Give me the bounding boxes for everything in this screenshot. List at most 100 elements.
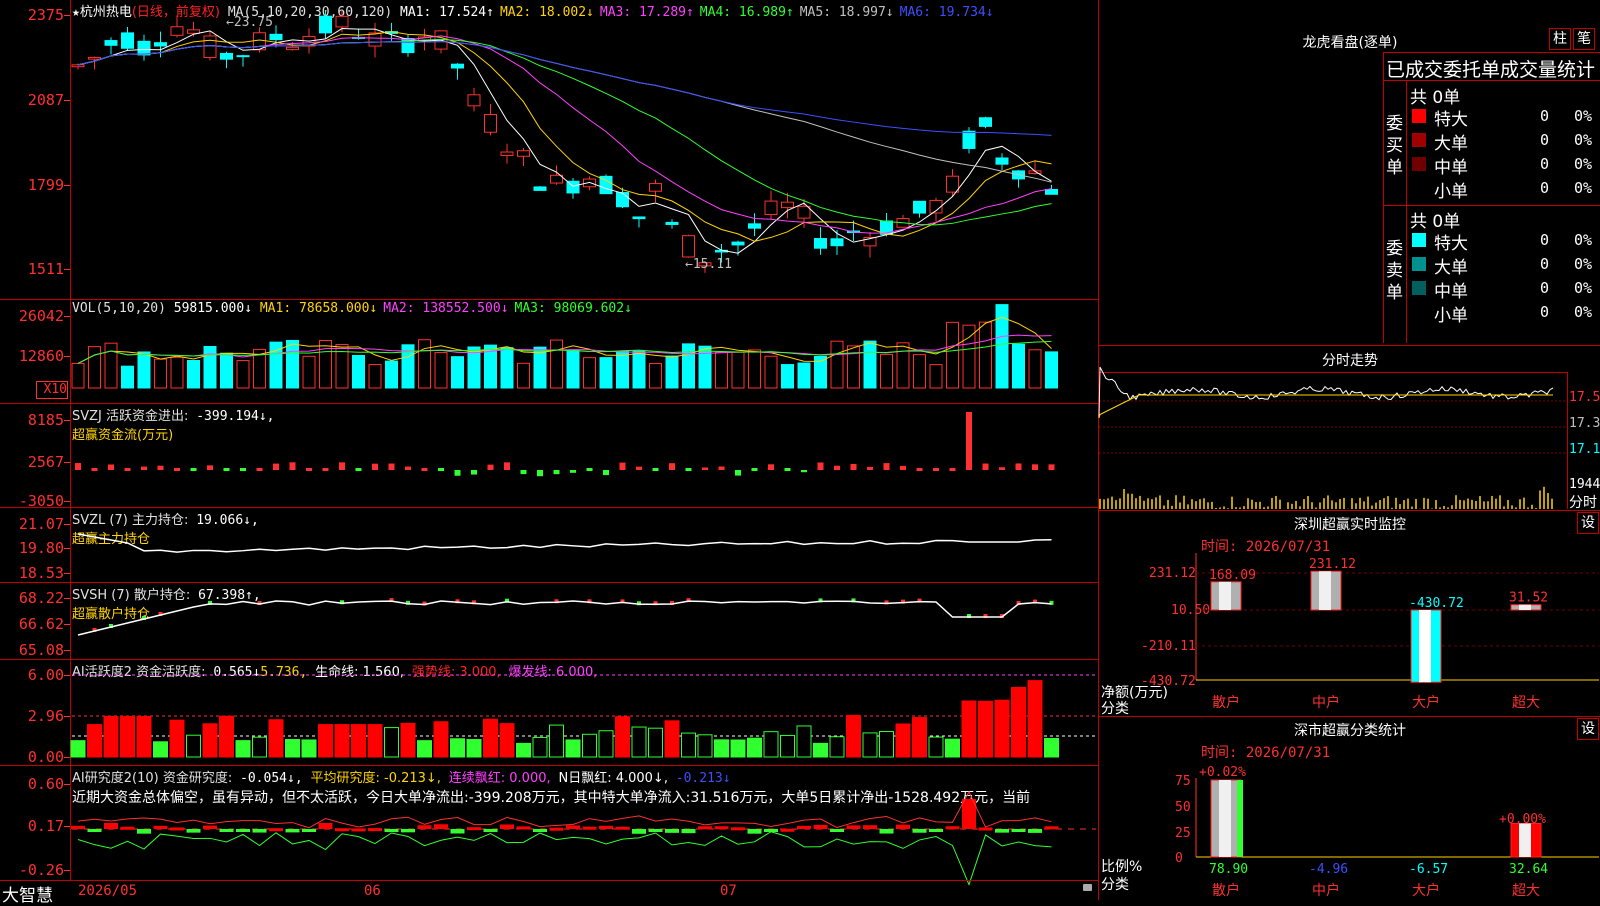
activity-bar <box>846 714 861 758</box>
classify-category-label: 大户 <box>1412 882 1440 899</box>
ai-activity-pane[interactable]: 6.00 2.96 0.00 AI活跃度2 资金活跃度: 0.565↓5.736… <box>0 660 1098 766</box>
flow-bar <box>240 468 246 471</box>
ai-research-pane[interactable]: 0.60 0.17 -0.26 AI研究度2(10) 资金研究度: -0.054… <box>0 766 1098 886</box>
candle <box>962 130 976 149</box>
candle <box>995 157 1009 165</box>
vol-bar <box>665 355 679 389</box>
vol-bar <box>1012 343 1025 389</box>
low-note: ←15.11 <box>685 257 732 272</box>
ai-activity-chart[interactable] <box>0 660 1098 765</box>
classify-chart[interactable]: 75 50 25 0 散户 78.90 中户 -4.96 大户 -6.57 超大 32.64 +0.02… <box>1099 0 1600 900</box>
activity-bar <box>1044 738 1059 758</box>
vol-chart[interactable] <box>0 300 1098 403</box>
flow-bar <box>603 470 609 476</box>
flow-bar <box>718 466 725 470</box>
research-bar <box>929 829 943 832</box>
vol-bar <box>715 351 728 389</box>
vol-pane[interactable]: 26042 12860 X10 VOL(5,10,20) 59815.000↓ … <box>0 300 1098 404</box>
svzl-chart[interactable] <box>0 508 1098 582</box>
vol-bar <box>368 364 382 389</box>
vol-bar <box>319 340 332 389</box>
candle <box>368 32 382 47</box>
flow-bar <box>867 466 873 470</box>
activity-bar <box>516 742 531 758</box>
flow-bar <box>157 465 164 470</box>
research-bar <box>120 826 135 830</box>
research-green-line <box>77 831 1052 886</box>
activity-bar <box>829 736 845 758</box>
activity-bar <box>648 727 663 758</box>
svzj-pane[interactable]: 8185 2567 -3050 SVZJ 活跃资金进出: -399.194↓, … <box>0 404 1098 509</box>
brand-logo[interactable]: 大智慧 <box>2 881 53 906</box>
svsh-pane[interactable]: 68.22 66.62 65.08 SVSH (7) 散户持仓: 67.398↑… <box>0 583 1098 660</box>
research-bar <box>104 823 118 829</box>
vol-bar <box>385 360 398 389</box>
flow-bar <box>223 468 230 471</box>
kline-pane[interactable]: 2375 2087 1799 1511 ★杭州热电(日线，前复权) MA(5,1… <box>0 0 1098 300</box>
candle <box>170 26 184 36</box>
research-bar <box>351 828 366 832</box>
flow-bar <box>1015 463 1022 470</box>
x-date-0: 2026/05 <box>78 883 138 899</box>
vol-bar <box>913 354 926 389</box>
research-bar <box>648 829 663 832</box>
vol-bar <box>698 345 712 389</box>
vol-bar <box>682 343 695 389</box>
research-bar <box>153 825 168 829</box>
activity-bar <box>780 734 795 758</box>
vol-bar <box>418 339 431 389</box>
research-bar <box>87 829 102 833</box>
activity-bar <box>1027 680 1043 758</box>
research-bar <box>500 824 514 829</box>
research-bar <box>483 829 498 832</box>
candle <box>665 221 679 225</box>
flow-bar <box>834 465 840 470</box>
research-bar <box>1028 829 1042 833</box>
flow-bar <box>487 464 494 470</box>
research-bar <box>549 827 564 831</box>
lock-icon[interactable] <box>1083 884 1092 891</box>
activity-bar <box>598 730 614 758</box>
research-bar <box>318 823 333 829</box>
research-bar <box>780 828 795 832</box>
activity-bar <box>384 727 399 758</box>
activity-bar <box>367 724 383 758</box>
vol-bar <box>154 358 167 389</box>
vol-bar <box>137 351 151 389</box>
svzl-pane[interactable]: 21.07 19.80 18.53 SVZL (7) 主力持仓: 19.066↓… <box>0 508 1098 583</box>
candle <box>137 40 151 56</box>
research-bar <box>302 829 316 832</box>
classify-bar-shine <box>1219 780 1231 857</box>
flow-bar <box>916 468 923 471</box>
activity-bar <box>87 724 102 758</box>
flow-bar <box>586 468 593 471</box>
svzj-chart[interactable] <box>0 404 1098 507</box>
vol-bar <box>550 339 563 389</box>
research-bar <box>137 829 151 834</box>
ai-research-chart[interactable] <box>0 766 1098 886</box>
flow-bar <box>405 466 411 470</box>
vol-bar <box>187 360 200 389</box>
candle <box>154 42 167 47</box>
activity-bar <box>169 719 185 758</box>
vol-bar <box>632 350 646 389</box>
research-bar <box>236 829 250 832</box>
vol-bar <box>1045 351 1058 389</box>
flow-bar <box>520 470 527 475</box>
vol-bar <box>352 354 365 389</box>
vol-bar <box>104 342 118 389</box>
vol-bar <box>302 355 316 389</box>
research-bar <box>615 826 630 830</box>
flow-bar <box>421 468 428 471</box>
research-bar <box>566 825 580 829</box>
candle <box>467 94 481 107</box>
research-bar <box>285 829 300 833</box>
research-bar <box>962 799 976 829</box>
activity-bar <box>565 739 581 758</box>
flow-bar <box>702 467 708 470</box>
svsh-chart[interactable] <box>0 583 1098 659</box>
activity-bar <box>730 739 746 758</box>
kline-chart[interactable]: ←23.75 ←15.11 <box>0 0 1098 299</box>
vol-bar <box>781 364 794 389</box>
activity-bar <box>301 739 317 758</box>
